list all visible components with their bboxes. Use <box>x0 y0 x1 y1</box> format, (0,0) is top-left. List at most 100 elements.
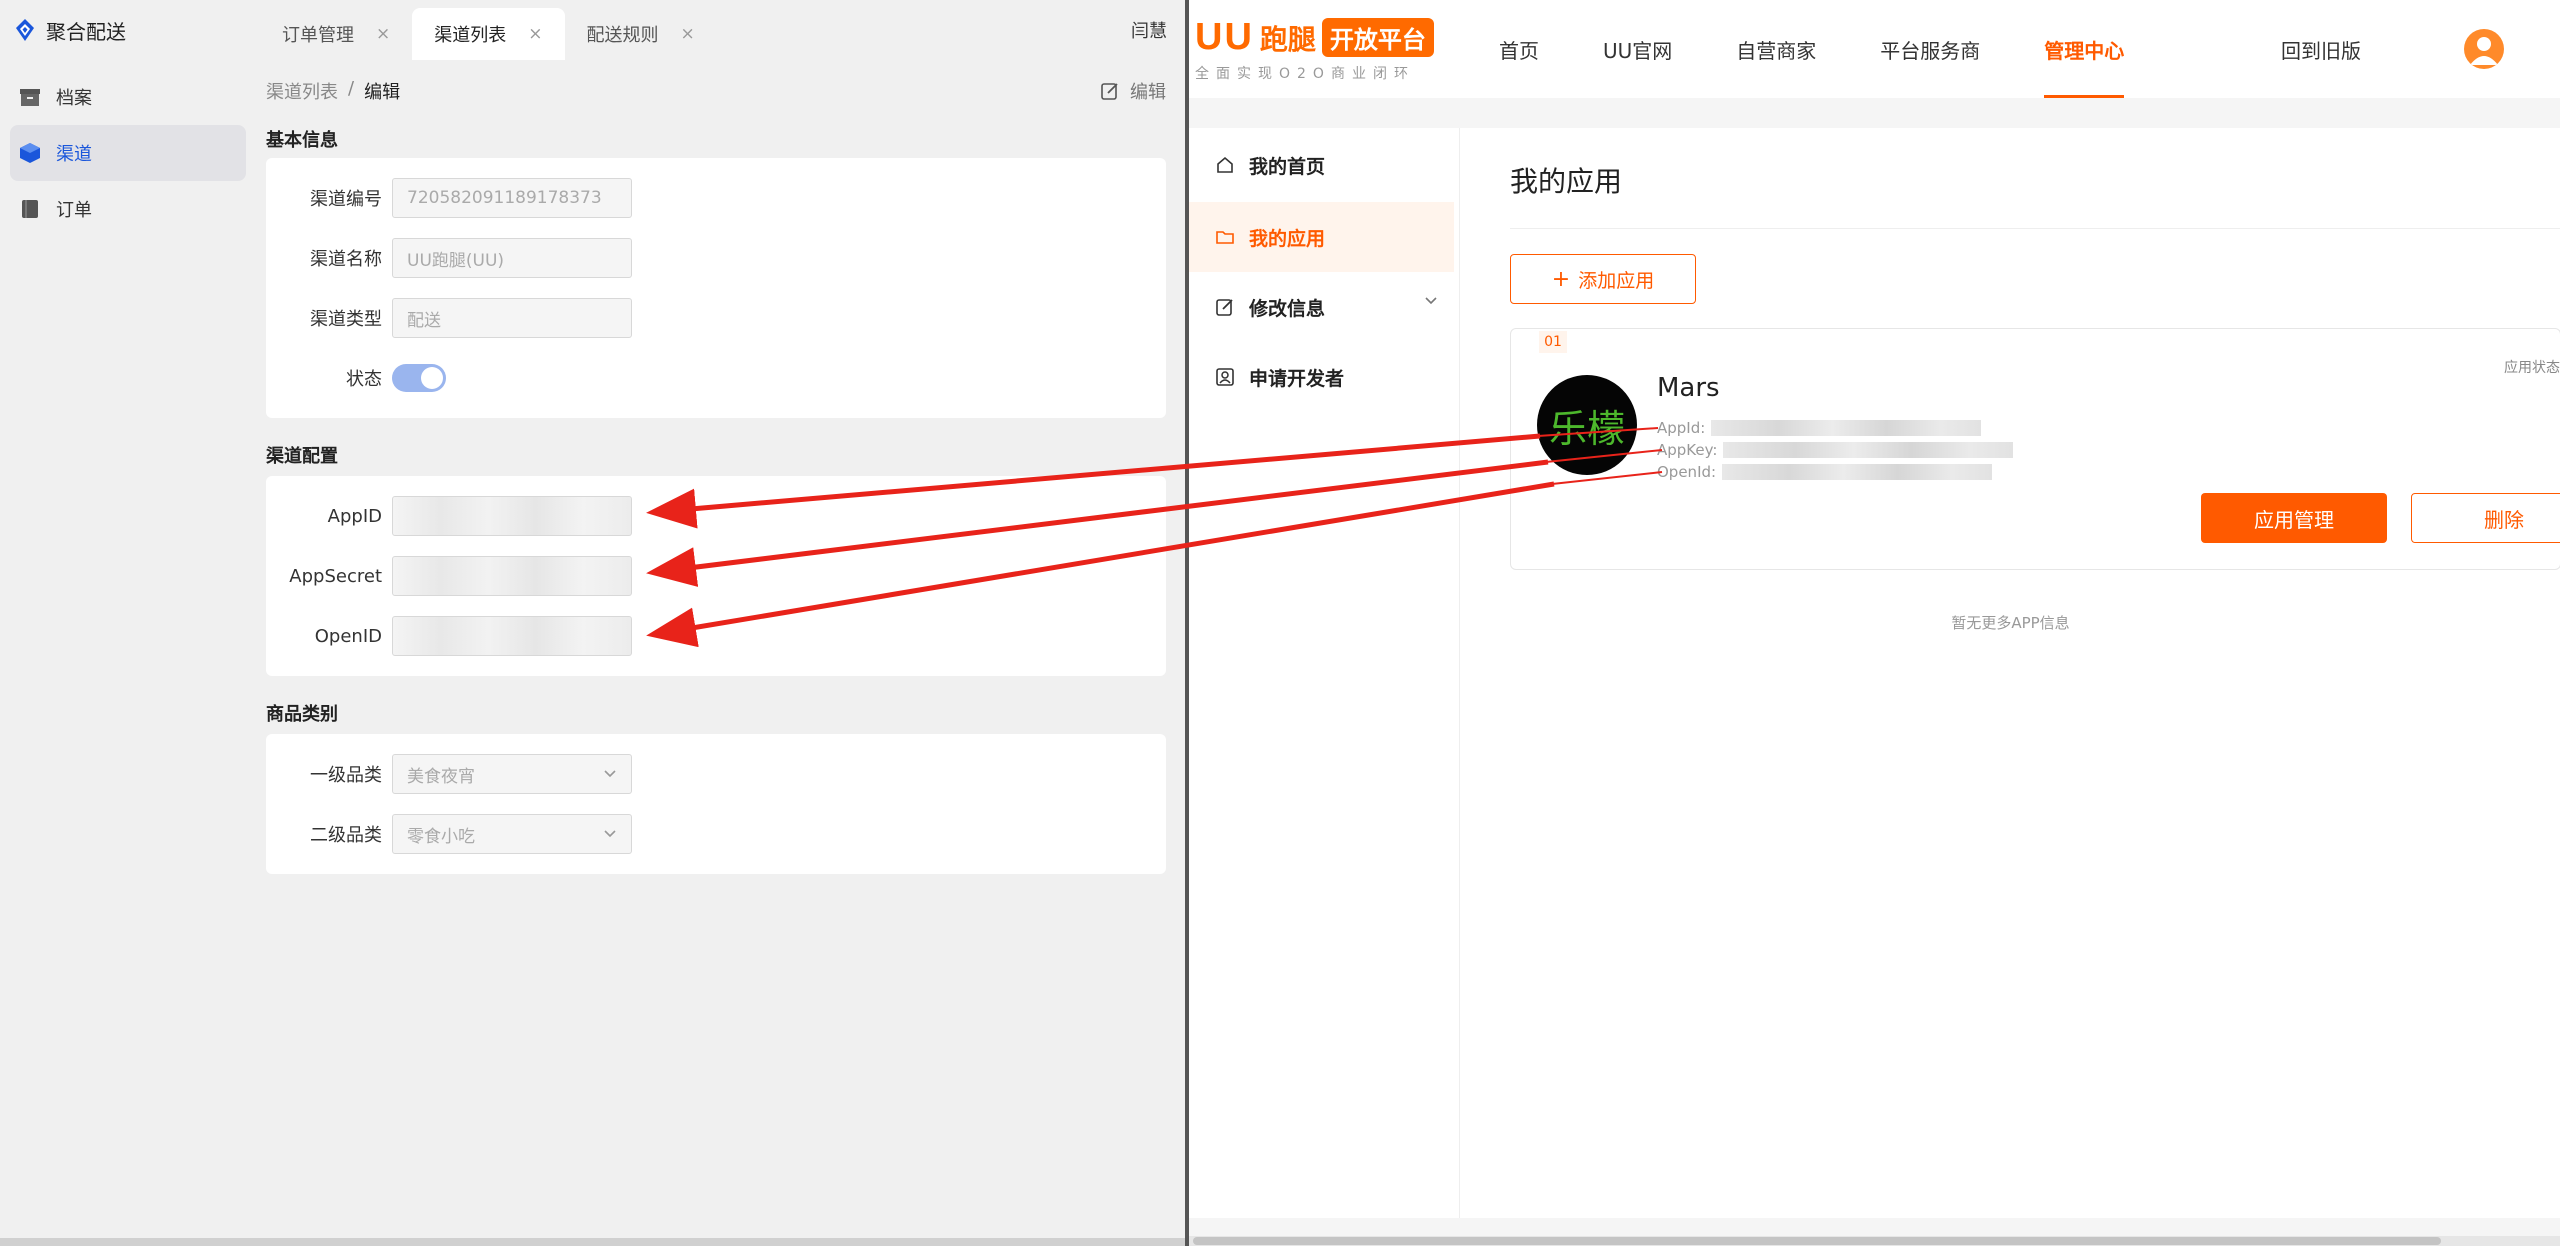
page-title: 我的应用 <box>1510 165 1623 198</box>
diamond-logo-icon <box>16 19 34 41</box>
header: UU 跑腿 开放平台 全面实现O2O商业闭环 首页 UU官网 自营商家 平台服务… <box>1189 0 2560 98</box>
tab-label: 渠道列表 <box>434 25 507 46</box>
book-icon <box>18 197 42 221</box>
delete-button[interactable]: 删除 <box>2411 493 2560 543</box>
sidebar-item-channel[interactable]: 渠道 <box>10 125 246 181</box>
logo-slogan: 全面实现O2O商业闭环 <box>1195 66 1415 82</box>
horizontal-scrollbar[interactable] <box>1189 1236 2560 1246</box>
nav-self-merchant[interactable]: 自营商家 <box>1736 0 1816 98</box>
edit-icon <box>1216 299 1233 316</box>
sidebar-item-order[interactable]: 订单 <box>10 181 246 237</box>
nav-home[interactable]: 首页 <box>1499 0 1539 98</box>
close-icon[interactable]: × <box>681 24 695 44</box>
channel-no-label: 渠道编号 <box>310 189 382 210</box>
archive-icon <box>18 85 42 109</box>
appid-label: AppId: <box>1657 419 1706 437</box>
app-appid: AppId: <box>1657 417 1982 439</box>
appid-blurred-value <box>1711 420 1982 436</box>
channel-name-row: 渠道名称 UU跑腿(UU) <box>266 238 632 278</box>
scrollbar-thumb[interactable] <box>1193 1237 2441 1245</box>
add-app-button[interactable]: + 添加应用 <box>1510 254 1696 304</box>
app-status-label: 应用状态 <box>2504 360 2560 376</box>
sidebar-item-label: 档案 <box>56 88 92 109</box>
no-more-apps-text: 暂无更多APP信息 <box>1951 614 2070 632</box>
toggle-knob <box>421 367 443 389</box>
brand[interactable]: 聚合配送 <box>14 0 126 60</box>
user-name[interactable]: 闫慧 <box>1131 0 1167 60</box>
tab-order-management[interactable]: 订单管理 × <box>260 8 412 60</box>
sidebar-item-label: 我的首页 <box>1249 155 1326 178</box>
sidebar-item-my-home[interactable]: 我的首页 <box>1189 130 1454 200</box>
channel-type-row: 渠道类型 配送 <box>266 298 632 338</box>
nav-platform-provider[interactable]: 平台服务商 <box>1880 0 1980 98</box>
tab-bar: 订单管理 × 渠道列表 × 配送规则 × <box>260 8 717 60</box>
tab-channel-list[interactable]: 渠道列表 × <box>412 8 565 60</box>
back-to-old-version[interactable]: 回到旧版 <box>2281 0 2361 98</box>
channel-name-field[interactable]: UU跑腿(UU) <box>392 238 632 278</box>
appsecret-label: AppSecret <box>289 565 382 587</box>
nav-management-center[interactable]: 管理中心 <box>2044 0 2125 98</box>
appid-field[interactable] <box>392 496 632 536</box>
breadcrumb-current: 编辑 <box>364 82 401 103</box>
openid-label: OpenId: <box>1657 463 1717 481</box>
close-icon[interactable]: × <box>376 24 390 44</box>
section-title-basic: 基本信息 <box>266 130 338 151</box>
openid-blurred-value <box>1722 464 1993 480</box>
breadcrumb-parent[interactable]: 渠道列表 <box>266 78 338 104</box>
avatar[interactable] <box>2464 29 2504 69</box>
select-value: 美食夜宵 <box>407 766 475 787</box>
chevron-down-icon <box>604 770 616 778</box>
category-level1-label: 一级品类 <box>310 765 382 786</box>
layers-icon <box>18 141 42 165</box>
add-app-label: 添加应用 <box>1578 269 1655 292</box>
edit-button-label: 编辑 <box>1130 82 1166 103</box>
channel-no-field[interactable]: 720582091189178373 <box>392 178 632 218</box>
category-level2-select[interactable]: 零食小吃 <box>392 814 632 854</box>
appsecret-field[interactable] <box>392 556 632 596</box>
select-value: 零食小吃 <box>407 826 475 847</box>
appsecret-row: AppSecret <box>266 556 632 596</box>
main-nav: 首页 UU官网 自营商家 平台服务商 管理中心 <box>1499 0 2125 98</box>
title-divider <box>1510 228 2560 229</box>
right-window: UU 跑腿 开放平台 全面实现O2O商业闭环 首页 UU官网 自营商家 平台服务… <box>1189 0 2560 1246</box>
chevron-down-icon <box>604 830 616 838</box>
category-level1-select[interactable]: 美食夜宵 <box>392 754 632 794</box>
openid-field[interactable] <box>392 616 632 656</box>
my-apps-panel: 我的应用 + 添加应用 01 应用状态 乐檬 Mars AppId: AppKe… <box>1459 128 2560 1218</box>
tab-label: 配送规则 <box>586 25 659 46</box>
sidebar: 我的首页 我的应用 修改信息 申请开发者 <box>1189 128 1459 1218</box>
sidebar-item-archive[interactable]: 档案 <box>10 69 246 125</box>
plus-icon: + <box>1551 266 1571 292</box>
appid-row: AppID <box>266 496 632 536</box>
section-title-category: 商品类别 <box>266 704 338 725</box>
basic-info-card: 渠道编号 720582091189178373 渠道名称 UU跑腿(UU) 渠道… <box>266 158 1166 418</box>
openid-label: OpenID <box>314 625 382 647</box>
app-manage-button[interactable]: 应用管理 <box>2201 493 2387 543</box>
user-avatar-icon <box>2470 37 2498 65</box>
sidebar-item-apply-developer[interactable]: 申请开发者 <box>1189 342 1454 412</box>
tab-delivery-rules[interactable]: 配送规则 × <box>565 8 717 60</box>
sidebar-item-my-apps[interactable]: 我的应用 <box>1189 202 1454 272</box>
breadcrumb: 渠道列表 / 编辑 <box>266 78 400 104</box>
app-index: 01 <box>1539 331 1567 353</box>
app-logo: 乐檬 <box>1537 375 1637 475</box>
close-icon[interactable]: × <box>528 24 542 44</box>
uu-logo[interactable]: UU 跑腿 开放平台 全面实现O2O商业闭环 <box>1195 16 1434 83</box>
horizontal-scrollbar[interactable] <box>0 1238 1185 1246</box>
app-appkey: AppKey: <box>1657 439 2014 461</box>
logo-badge: 开放平台 <box>1321 18 1434 57</box>
sidebar-item-label: 申请开发者 <box>1249 367 1345 390</box>
app-card: 01 应用状态 乐檬 Mars AppId: AppKey: OpenId: 应… <box>1510 328 2560 570</box>
chevron-down-icon <box>1425 297 1437 305</box>
sidebar-item-edit-info[interactable]: 修改信息 <box>1189 272 1454 342</box>
openid-row: OpenID <box>266 616 632 656</box>
sidebar-item-label: 渠道 <box>56 144 92 165</box>
channel-type-field[interactable]: 配送 <box>392 298 632 338</box>
status-toggle[interactable] <box>392 364 446 392</box>
nav-uu-website[interactable]: UU官网 <box>1603 0 1672 98</box>
app-name: Mars <box>1657 373 1720 403</box>
brand-name: 聚合配送 <box>46 19 126 44</box>
appkey-blurred-value <box>1723 442 2014 458</box>
app-openid: OpenId: <box>1657 461 1993 483</box>
edit-button[interactable]: 编辑 <box>1100 78 1166 104</box>
